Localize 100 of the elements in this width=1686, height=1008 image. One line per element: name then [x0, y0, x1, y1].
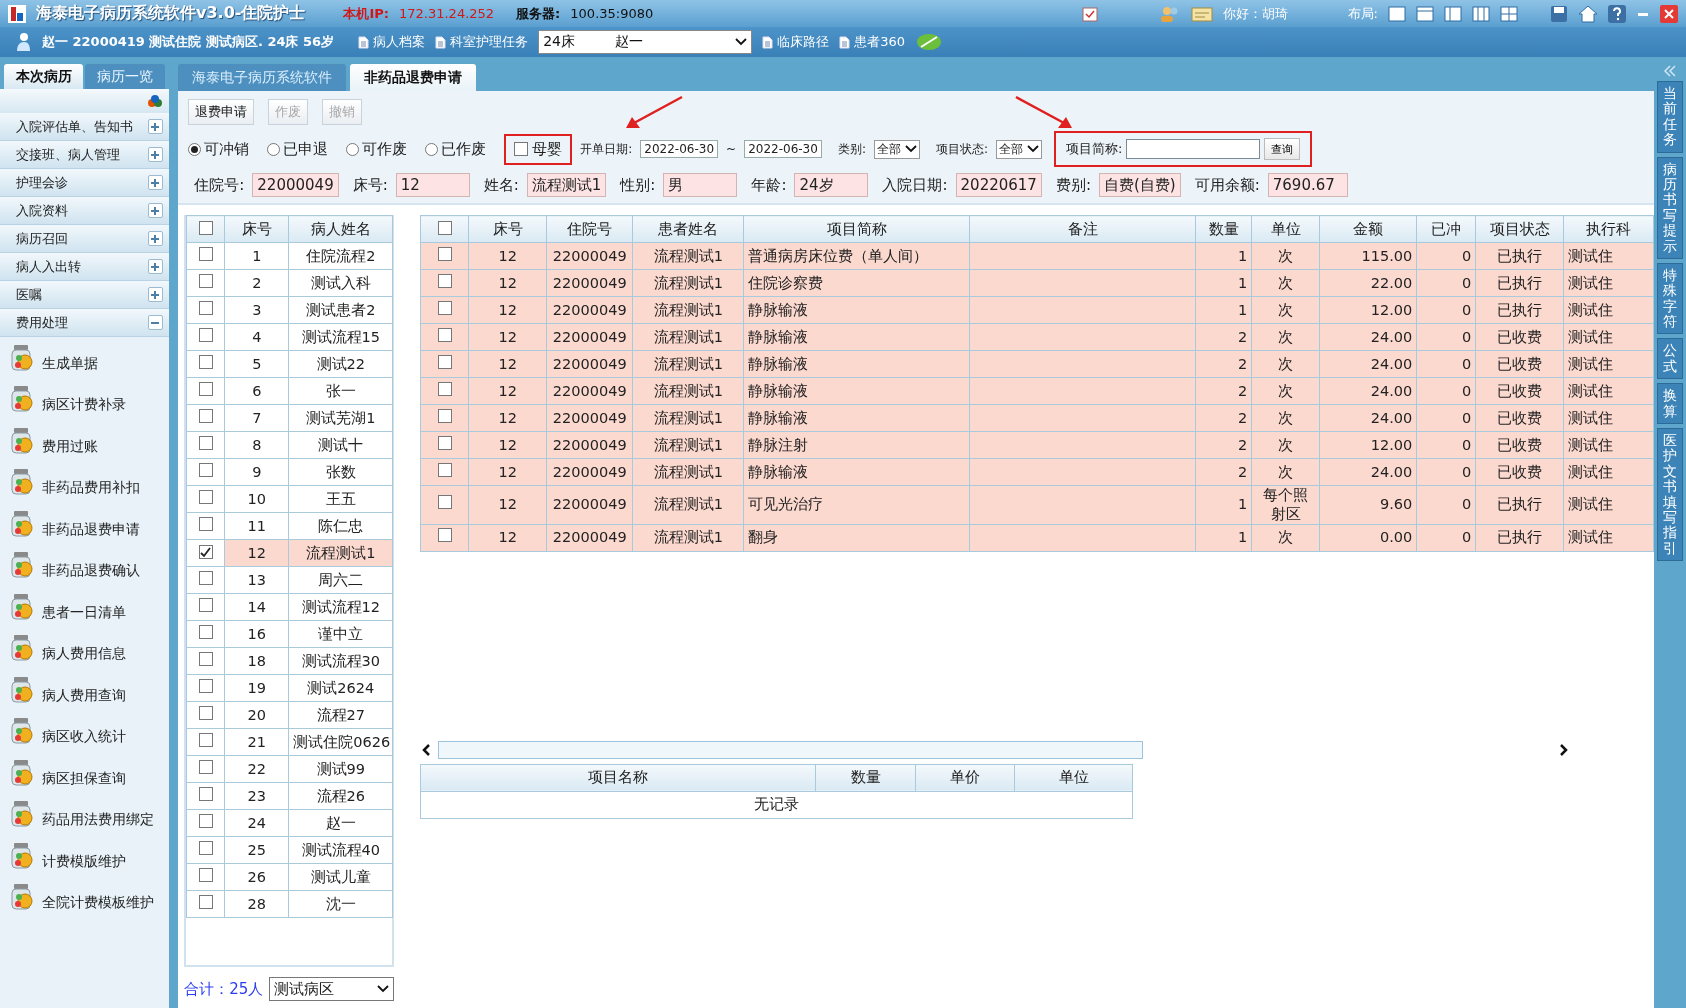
close-icon[interactable] [1660, 4, 1678, 23]
content-tab[interactable]: 非药品退费申请 [350, 64, 477, 91]
menu-item[interactable]: 非药品费用补扣 [42, 479, 140, 497]
collapse-icon[interactable] [147, 315, 163, 330]
checkbox[interactable] [198, 624, 213, 639]
ward-select[interactable]: 测试病区 [269, 977, 395, 1001]
checkbox[interactable] [198, 462, 213, 477]
checkbox[interactable] [198, 867, 213, 882]
home-icon[interactable] [1578, 4, 1598, 23]
date-field[interactable]: 2022-06-30 [640, 140, 719, 158]
sidebar-tab[interactable]: 本次病历 [4, 64, 84, 89]
checkbox[interactable] [198, 220, 213, 235]
menu-item[interactable]: 药品用法费用绑定 [42, 811, 154, 829]
menu-item[interactable]: 全院计费模板维护 [42, 894, 154, 912]
category-select[interactable]: 全部 [873, 139, 920, 159]
radio-button[interactable] [267, 142, 281, 156]
checkbox[interactable] [198, 732, 213, 747]
sidebar-section[interactable]: 病人入出转 [0, 253, 169, 281]
column-header[interactable]: 项目状态 [1475, 215, 1564, 243]
checkbox[interactable] [198, 435, 213, 450]
checkbox[interactable] [437, 273, 452, 288]
toolbar-link[interactable]: 患者360 [839, 33, 905, 51]
side-tab[interactable]: 医护文书填写指引 [1657, 428, 1684, 562]
checkbox[interactable] [437, 220, 452, 235]
checkbox[interactable] [437, 300, 452, 315]
side-tab[interactable]: 病历书写提示 [1657, 156, 1684, 259]
menu-item[interactable]: 病区计费补录 [42, 396, 126, 414]
scrollbar-thumb[interactable] [438, 740, 1144, 759]
expand-icon[interactable] [147, 175, 163, 190]
menu-item[interactable]: 患者一日清单 [42, 603, 126, 622]
column-header[interactable]: 单位 [1251, 215, 1320, 243]
column-header[interactable]: 住院号 [546, 215, 633, 243]
menu-item[interactable]: 病人费用信息 [42, 645, 126, 663]
radio-button[interactable] [346, 142, 360, 156]
column-header[interactable]: 患者姓名 [632, 215, 744, 243]
menu-item[interactable]: 生成单据 [42, 354, 98, 373]
checkbox[interactable] [198, 516, 213, 531]
sidebar-section[interactable]: 入院资料 [0, 197, 169, 225]
checkbox[interactable] [437, 381, 452, 396]
checkbox[interactable] [198, 489, 213, 504]
checkbox[interactable] [198, 813, 213, 828]
layout-icon[interactable] [1416, 5, 1434, 22]
layout-icon[interactable] [1472, 5, 1490, 22]
checkbox[interactable] [437, 408, 452, 423]
menu-item[interactable]: 非药品退费确认 [42, 562, 140, 580]
menu-item[interactable]: 病人费用查询 [42, 686, 126, 705]
column-header[interactable]: 床号 [468, 215, 547, 243]
checkbox[interactable] [198, 705, 213, 720]
checkbox[interactable] [198, 381, 213, 396]
side-tab[interactable]: 当前任务 [1657, 81, 1684, 153]
column-header[interactable]: 备注 [969, 215, 1196, 243]
checkbox[interactable] [514, 142, 529, 156]
column-header[interactable]: 单价 [915, 764, 1015, 792]
checkbox[interactable] [437, 435, 452, 450]
save-icon[interactable] [1550, 4, 1568, 23]
radio-button[interactable] [425, 142, 439, 156]
sidebar-section[interactable]: 病历召回 [0, 225, 169, 253]
checkbox[interactable] [198, 786, 213, 801]
column-header[interactable]: 病人姓名 [288, 215, 393, 243]
item-field[interactable] [1126, 139, 1261, 159]
layout-icon[interactable] [1500, 5, 1518, 22]
checkbox[interactable] [198, 354, 213, 369]
checkbox[interactable] [437, 495, 452, 510]
column-header[interactable]: 项目简称 [743, 215, 970, 243]
help-icon[interactable] [1608, 4, 1626, 23]
side-tab[interactable]: 公式 [1657, 338, 1684, 380]
expand-icon[interactable] [147, 231, 163, 246]
checkbox[interactable] [198, 678, 213, 693]
checkbox[interactable] [198, 327, 213, 342]
column-header[interactable]: 床号 [224, 215, 289, 243]
toolbar-button[interactable]: 退费申请 [188, 99, 255, 125]
checkbox[interactable] [198, 570, 213, 585]
column-header[interactable]: 项目名称 [420, 764, 816, 792]
side-tab[interactable]: 换算 [1657, 383, 1684, 425]
sidebar-section[interactable]: 入院评估单、告知书 [0, 113, 169, 141]
menu-item[interactable]: 病区收入统计 [42, 728, 126, 746]
expand-icon[interactable] [147, 287, 163, 302]
sidebar-section[interactable]: 费用处理 [0, 309, 169, 337]
column-header[interactable]: 数量 [815, 764, 916, 792]
checkbox[interactable] [198, 651, 213, 666]
bed-select[interactable]: 24床 赵一 [538, 30, 753, 54]
expand-icon[interactable] [147, 147, 163, 162]
checkbox[interactable] [198, 597, 213, 612]
menu-item[interactable]: 非药品退费申请 [42, 520, 140, 539]
expand-icon[interactable] [147, 203, 163, 218]
expand-icon[interactable] [147, 259, 163, 274]
checkbox[interactable] [198, 840, 213, 855]
column-header[interactable]: 金额 [1319, 215, 1417, 243]
column-header[interactable]: 单位 [1014, 764, 1133, 792]
menu-item[interactable]: 费用过账 [42, 437, 98, 456]
sidebar-section[interactable]: 医嘱 [0, 281, 169, 309]
leaf-icon[interactable] [914, 31, 943, 53]
toolbar-link[interactable]: 病人档案 [358, 33, 426, 51]
column-header[interactable]: 执行科 [1563, 215, 1654, 243]
checkbox[interactable] [437, 327, 452, 342]
checkbox[interactable] [198, 273, 213, 288]
checkbox[interactable] [198, 894, 213, 909]
toolbar-link[interactable]: 临床路径 [762, 33, 830, 51]
calendar-icon[interactable] [1080, 4, 1099, 23]
checkbox[interactable] [198, 300, 213, 315]
